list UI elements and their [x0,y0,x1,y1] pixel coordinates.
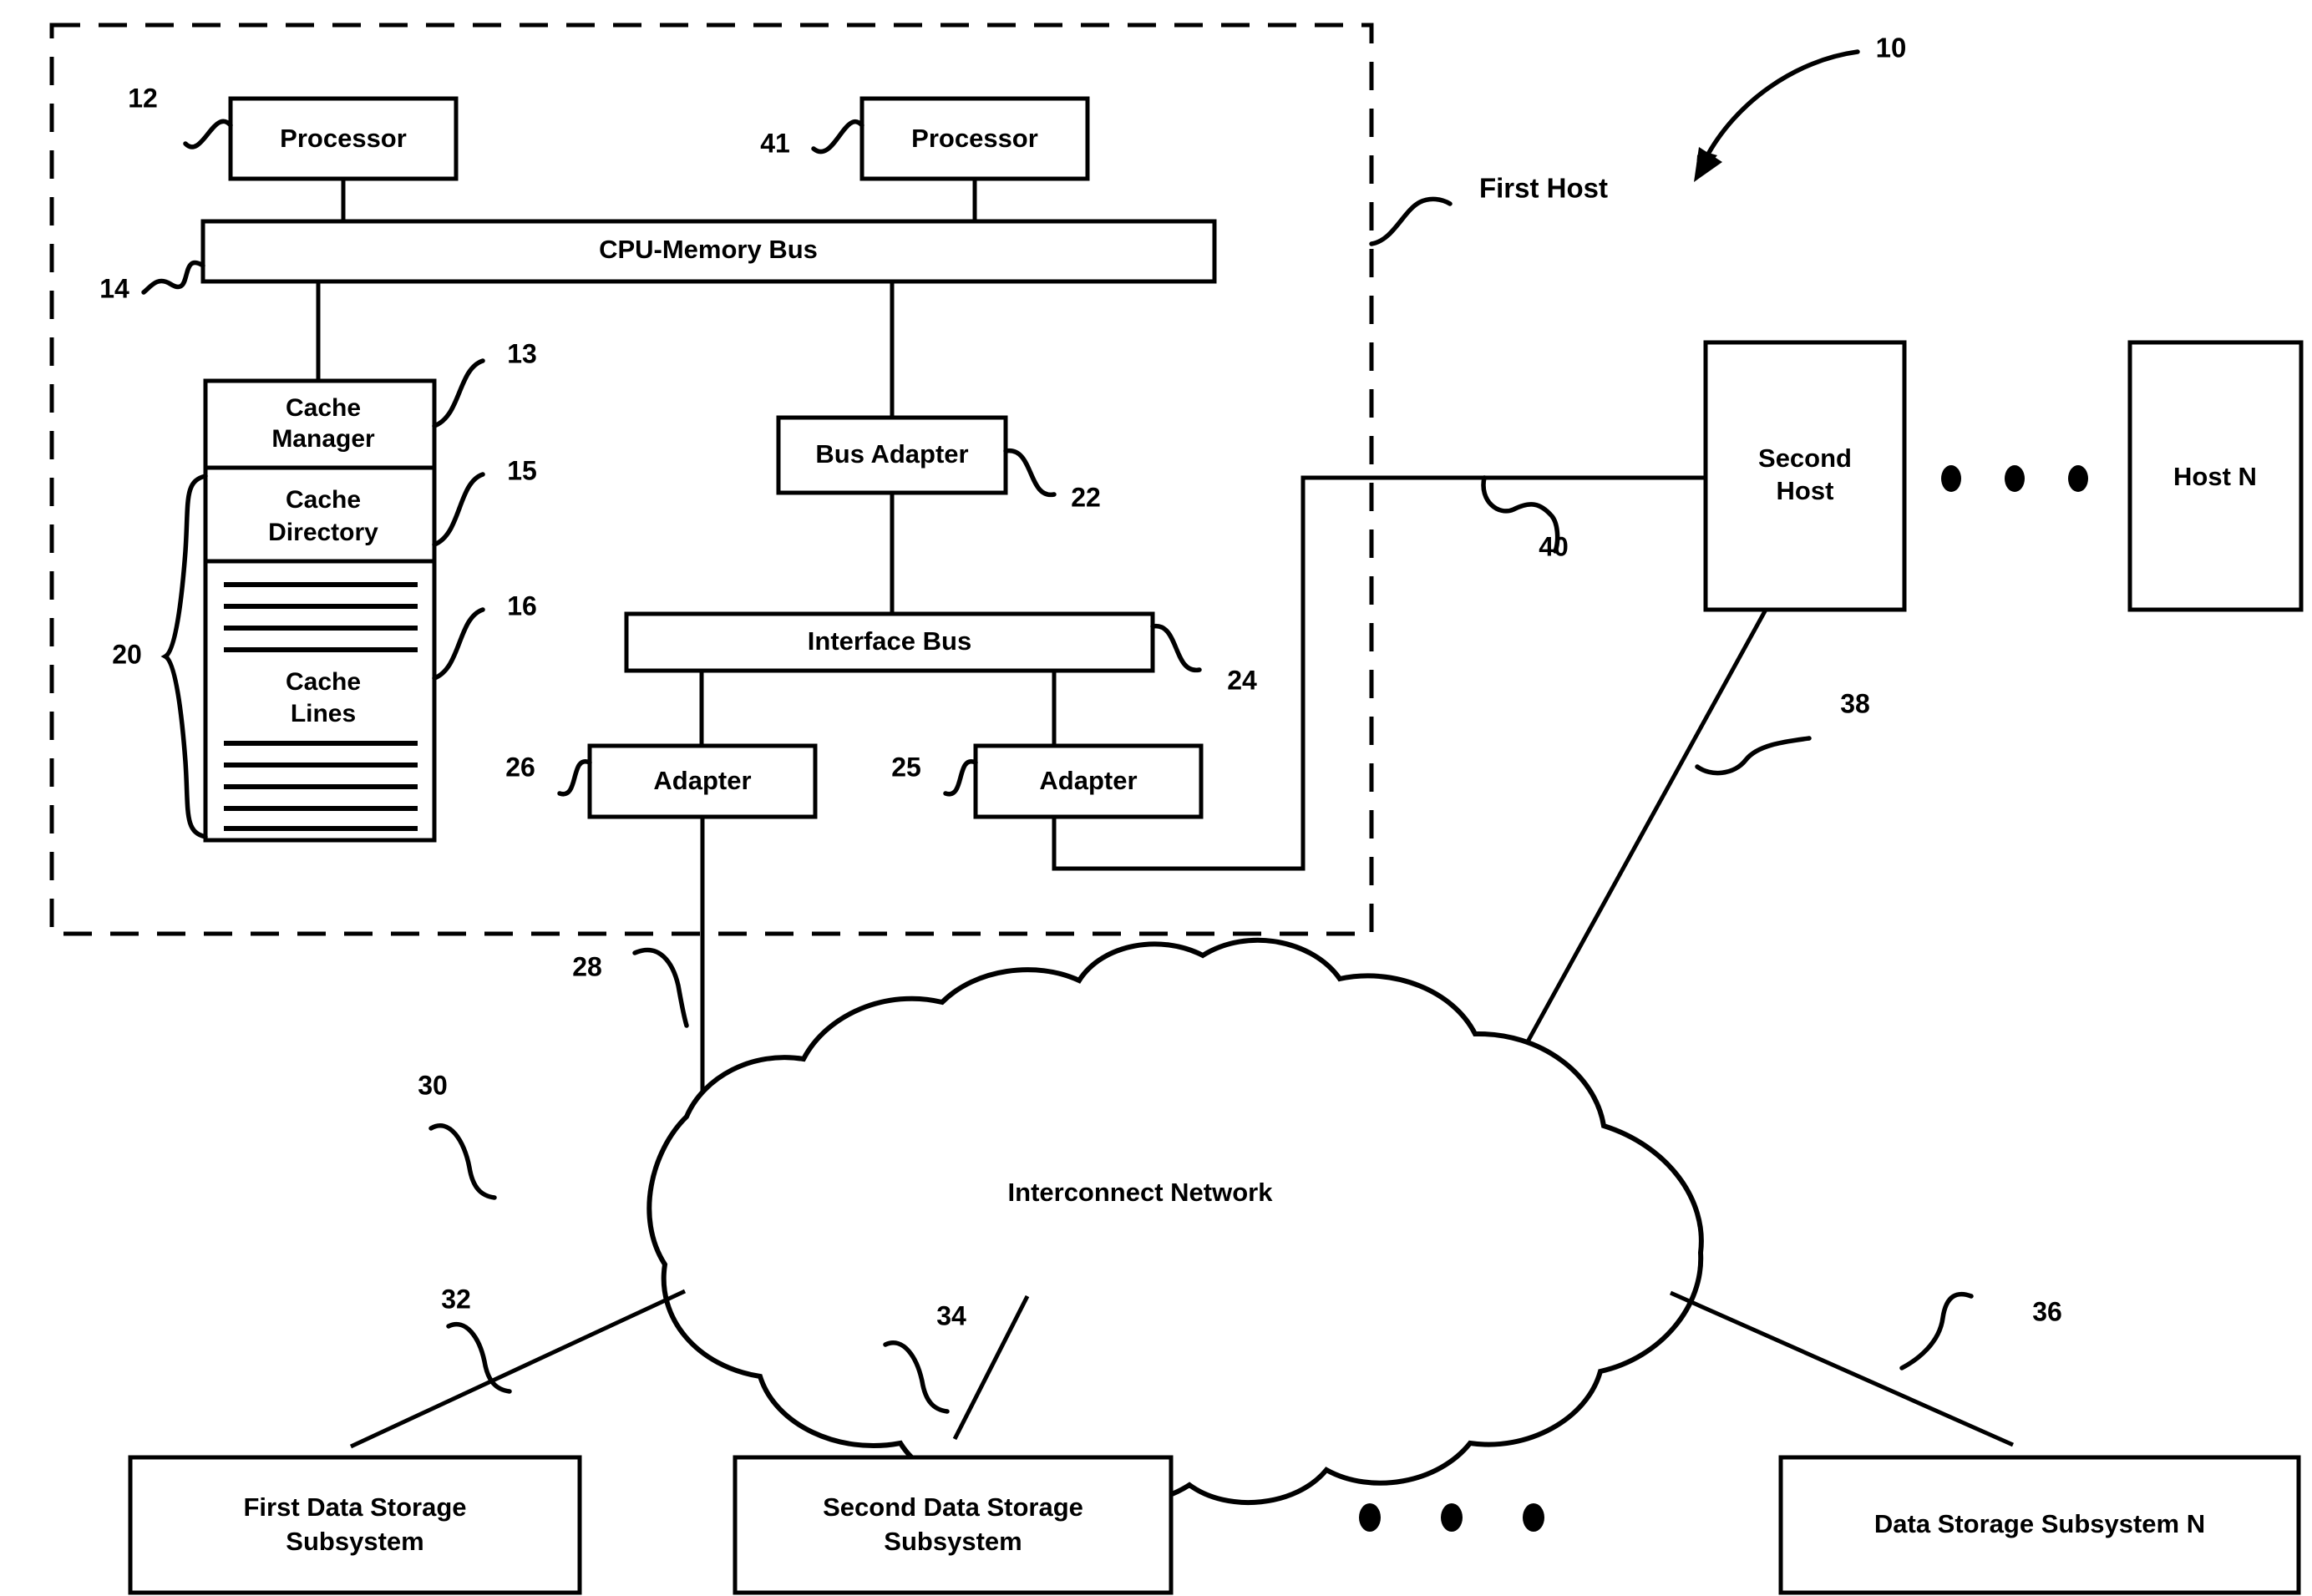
lead-line-38 [1695,736,1812,776]
storage-1-label-line2: Subsystem [286,1527,423,1556]
ref-24: 24 [1227,665,1257,695]
host-ellipsis-dot-1 [1941,465,1961,492]
first-host-label: First Host [1479,173,1608,204]
lead-line-28 [632,947,689,1028]
wire-36-network-to-storagen [1669,1290,2015,1447]
ref-15: 15 [507,455,537,485]
ref-32: 32 [441,1284,471,1314]
ref-20: 20 [112,639,142,669]
interconnect-network-label: Interconnect Network [1008,1178,1274,1207]
lead-line-15 [432,472,485,547]
storage-n-label: Data Storage Subsystem N [1874,1509,2205,1538]
patent-figure-page: Processor 12 Processor 41 CPU-Memory Bus… [0,0,2312,1596]
ref-25: 25 [891,752,921,782]
interconnect-network-cloud [646,937,1704,1506]
lead-line-25 [943,759,978,797]
storage-2-label-line2: Subsystem [884,1527,1022,1556]
lead-line-first-host [1369,196,1453,246]
cache-manager-label-line2: Manager [271,425,375,453]
storage-2-box [733,1455,1174,1595]
lead-line-16 [432,607,485,681]
lead-line-30 [428,1123,497,1200]
processor-2-label: Processor [911,124,1038,153]
ref-36: 36 [2032,1296,2062,1326]
cache-directory-label-line1: Cache [286,486,361,514]
storage-1-box [128,1455,582,1595]
ref-38: 38 [1840,688,1870,718]
lead-line-24 [1150,624,1202,672]
processor-1-label: Processor [280,124,407,153]
host-ellipsis-dot-2 [2005,465,2025,492]
storage-2-label-line1: Second Data Storage [823,1492,1083,1522]
diagram-canvas: Processor 12 Processor 41 CPU-Memory Bus… [49,23,2304,1595]
ref-10: 10 [1876,33,1907,63]
wire-38-second-host-to-network [1493,608,1768,1102]
host-ellipsis-dot-3 [2068,465,2088,492]
storage-ellipsis-dot-2 [1441,1503,1463,1532]
second-host-label-line1: Second [1758,443,1852,473]
interface-bus-label: Interface Bus [808,626,971,656]
host-n-label: Host N [2173,462,2257,491]
ref-34: 34 [936,1300,966,1330]
ref-13: 13 [507,338,537,368]
ref-30: 30 [418,1070,448,1100]
cpu-memory-bus-label: CPU-Memory Bus [599,235,818,264]
group-20-brace [160,474,208,839]
wire-32-network-to-storage1 [349,1289,687,1449]
cache-manager-label-line1: Cache [286,394,361,422]
lead-line-26 [557,759,592,797]
ref-41: 41 [760,128,790,158]
lead-line-36 [1899,1291,1974,1371]
cache-directory-label-line2: Directory [268,519,378,546]
ref-40: 40 [1539,531,1569,561]
lead-line-22 [1003,448,1057,497]
ref-12: 12 [128,83,158,113]
ref-22: 22 [1071,482,1101,512]
ref-14: 14 [99,273,129,303]
adapter-26-label: Adapter [653,766,751,795]
bus-adapter-label: Bus Adapter [815,439,968,469]
lead-line-41 [811,119,864,155]
adapter-25-label: Adapter [1039,766,1137,795]
ref-16: 16 [507,590,537,621]
second-host-label-line2: Host [1777,476,1834,505]
lead-line-12 [183,119,233,149]
figure-ref-arrow [1703,49,1860,161]
storage-ellipsis-dot-3 [1523,1503,1544,1532]
storage-1-label-line1: First Data Storage [243,1492,466,1522]
cache-lines-label-line1: Cache [286,668,361,696]
lead-line-13 [432,358,485,428]
cache-lines-label-line2: Lines [291,700,356,727]
ref-26: 26 [505,752,535,782]
storage-ellipsis-dot-1 [1359,1503,1381,1532]
lead-line-14 [141,260,205,295]
lead-line-32 [446,1322,512,1394]
ref-28: 28 [572,951,602,981]
